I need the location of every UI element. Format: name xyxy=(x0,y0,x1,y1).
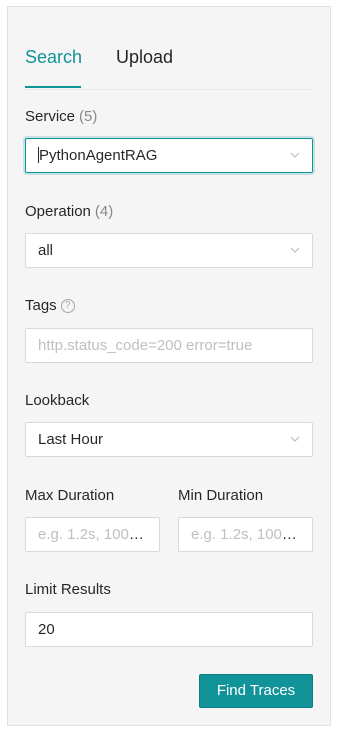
chevron-down-icon xyxy=(290,247,300,253)
service-count: (5) xyxy=(79,108,98,125)
question-circle-icon[interactable]: ? xyxy=(60,299,75,313)
tags-label: Tags xyxy=(25,297,57,314)
limit-results-input[interactable]: 20 xyxy=(25,612,313,647)
operation-select[interactable]: all xyxy=(25,233,313,268)
lookback-label: Lookback xyxy=(25,392,90,409)
max-duration-input[interactable]: e.g. 1.2s, 100ms, 500us xyxy=(25,517,160,552)
tags-label-row: Tags? xyxy=(25,297,75,315)
tab-search[interactable]: Search xyxy=(25,46,82,68)
service-label: Service xyxy=(25,108,76,125)
operation-label: Operation xyxy=(25,203,91,220)
active-tab-indicator xyxy=(25,86,81,88)
tags-placeholder: http.status_code=200 error=true xyxy=(38,337,253,354)
limit-results-value: 20 xyxy=(38,621,55,638)
min-duration-input[interactable]: e.g. 1.2s, 100ms, 500us xyxy=(178,517,313,552)
chevron-down-icon xyxy=(290,436,300,442)
service-select[interactable]: PythonAgentRAG xyxy=(25,138,313,173)
max-duration-placeholder: e.g. 1.2s, 100ms, 500us xyxy=(38,526,159,543)
service-label-row: Service (5) xyxy=(25,108,97,126)
operation-value: all xyxy=(38,242,54,259)
tab-upload[interactable]: Upload xyxy=(116,46,173,68)
operation-count: (4) xyxy=(94,203,114,220)
operation-label-row: Operation (4) xyxy=(25,203,113,221)
find-traces-button[interactable]: Find Traces xyxy=(199,674,313,708)
search-form-panel: Search Upload Service (5) PythonAgentRAG … xyxy=(7,6,331,726)
min-duration-label: Min Duration xyxy=(178,487,264,504)
min-duration-placeholder: e.g. 1.2s, 100ms, 500us xyxy=(191,526,312,543)
lookback-select[interactable]: Last Hour xyxy=(25,422,313,457)
service-value: PythonAgentRAG xyxy=(39,147,158,164)
tab-bar: Search Upload xyxy=(25,7,313,90)
limit-results-label: Limit Results xyxy=(25,581,111,598)
max-duration-label: Max Duration xyxy=(25,487,115,504)
tags-input[interactable]: http.status_code=200 error=true xyxy=(25,328,313,363)
lookback-value: Last Hour xyxy=(38,431,104,448)
chevron-down-icon xyxy=(290,152,300,158)
